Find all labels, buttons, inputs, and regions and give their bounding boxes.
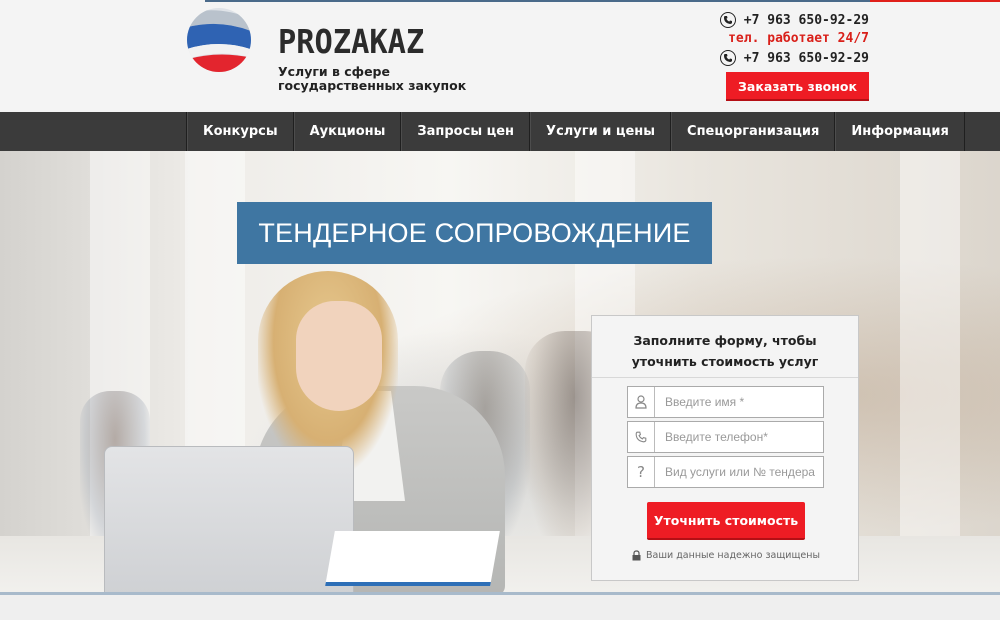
hero-section: ТЕНДЕРНОЕ СОПРОВОЖДЕНИЕ Заполните форму,… bbox=[0, 151, 1000, 594]
phone-icon bbox=[719, 50, 736, 66]
phone-input[interactable] bbox=[655, 423, 820, 451]
notepad-image bbox=[325, 531, 500, 586]
nav-list: Конкурсы Аукционы Запросы цен Услуги и ц… bbox=[186, 112, 965, 151]
phone-row-2: +7 963 650-92-29 bbox=[719, 49, 869, 67]
work-hours: тел. работает 24/7 bbox=[728, 31, 869, 46]
service-field: ? bbox=[627, 456, 824, 488]
form-heading-line2: уточнить стоимость услуг bbox=[631, 354, 819, 369]
next-section bbox=[0, 595, 1000, 620]
get-price-button[interactable]: Уточнить стоимость bbox=[647, 502, 805, 540]
phone-number-1[interactable]: +7 963 650-92-29 bbox=[744, 13, 869, 28]
logo-icon[interactable] bbox=[186, 7, 252, 73]
phone-field bbox=[627, 421, 824, 453]
tagline-line2: государственных закупок bbox=[278, 78, 467, 93]
phone-icon bbox=[719, 12, 736, 28]
contacts: +7 963 650-92-29 тел. работает 24/7 +7 9… bbox=[719, 11, 869, 68]
nav-item-konkursy[interactable]: Конкурсы bbox=[187, 112, 294, 151]
phone-icon bbox=[628, 422, 655, 452]
user-icon bbox=[628, 387, 655, 417]
site-header: PROZAKAZ Услуги в сфере государственных … bbox=[0, 0, 1000, 112]
phone-number-2[interactable]: +7 963 650-92-29 bbox=[744, 51, 869, 66]
service-input[interactable] bbox=[655, 458, 820, 486]
price-request-form: Заполните форму, чтобы уточнить стоимост… bbox=[591, 315, 859, 581]
window-light bbox=[900, 151, 960, 594]
brand-name[interactable]: PROZAKAZ bbox=[278, 22, 424, 61]
nav-item-informatsiya[interactable]: Информация bbox=[835, 112, 965, 151]
laptop-image bbox=[104, 446, 354, 594]
question-icon: ? bbox=[628, 457, 655, 487]
name-field bbox=[627, 386, 824, 418]
nav-item-zaprosy-tsen[interactable]: Запросы цен bbox=[401, 112, 531, 151]
name-input[interactable] bbox=[655, 388, 820, 416]
security-note-text: Ваши данные надежно защищены bbox=[646, 550, 820, 561]
hero-title: ТЕНДЕРНОЕ СОПРОВОЖДЕНИЕ bbox=[237, 202, 712, 264]
tagline-line1: Услуги в сфере bbox=[278, 64, 390, 79]
nav-item-auktsiony[interactable]: Аукционы bbox=[293, 112, 402, 151]
top-accent-line-red bbox=[870, 0, 1000, 2]
woman-face bbox=[296, 301, 382, 411]
lock-icon bbox=[632, 550, 641, 561]
main-nav: Конкурсы Аукционы Запросы цен Услуги и ц… bbox=[0, 112, 1000, 151]
nav-item-uslugi-i-tseny[interactable]: Услуги и цены bbox=[530, 112, 672, 151]
security-note: Ваши данные надежно защищены bbox=[592, 550, 860, 561]
nav-item-spetsorganizatsiya[interactable]: Спецорганизация bbox=[671, 112, 836, 151]
callback-button[interactable]: Заказать звонок bbox=[726, 72, 869, 101]
form-heading: Заполните форму, чтобы уточнить стоимост… bbox=[592, 316, 858, 378]
phone-row-1: +7 963 650-92-29 bbox=[719, 11, 869, 29]
form-heading-line1: Заполните форму, чтобы bbox=[633, 333, 817, 348]
page: PROZAKAZ Услуги в сфере государственных … bbox=[0, 0, 1000, 620]
tagline: Услуги в сфере государственных закупок bbox=[278, 65, 466, 93]
